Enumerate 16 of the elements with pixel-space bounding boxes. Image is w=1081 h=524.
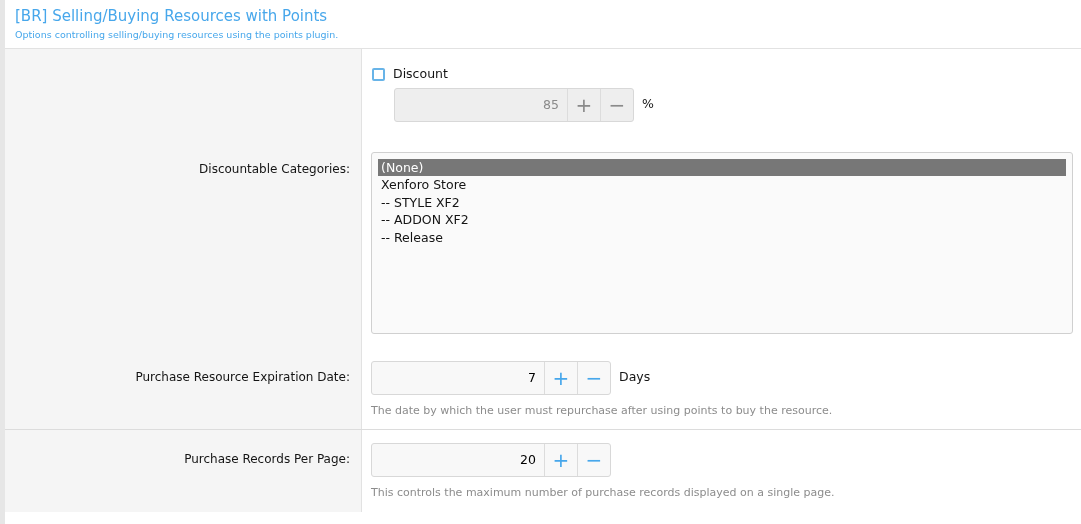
unit-label: Days bbox=[619, 368, 651, 387]
section-title: [BR] Selling/Buying Resources with Points bbox=[15, 6, 329, 27]
field-label: Purchase Records Per Page: bbox=[184, 452, 350, 466]
category-option[interactable]: -- ADDON XF2 bbox=[378, 211, 1066, 229]
category-listbox[interactable]: (None) Xenforo Store -- STYLE XF2 -- ADDON XF2 -- Release bbox=[371, 151, 1073, 334]
help-text: The date by which the user must repurchase after using points to buy the resource. bbox=[371, 403, 833, 417]
section-description: Options controlling selling/buying resources using the points plugin. bbox=[15, 27, 340, 42]
field-label: Discountable Categories: bbox=[199, 161, 350, 176]
help-text: This controls the maximum number of purchase records displayed on a single page. bbox=[371, 486, 835, 499]
unit-label: % bbox=[642, 95, 654, 114]
category-option[interactable]: -- Release bbox=[378, 229, 1066, 247]
field-label: Purchase Resource Expiration Date: bbox=[135, 369, 350, 384]
category-option[interactable]: Xenforo Store bbox=[378, 176, 1066, 194]
discount-checkbox[interactable]: Discount bbox=[372, 64, 448, 84]
category-option[interactable]: -- STYLE XF2 bbox=[378, 193, 1066, 212]
category-option[interactable]: (None) bbox=[378, 158, 1066, 177]
